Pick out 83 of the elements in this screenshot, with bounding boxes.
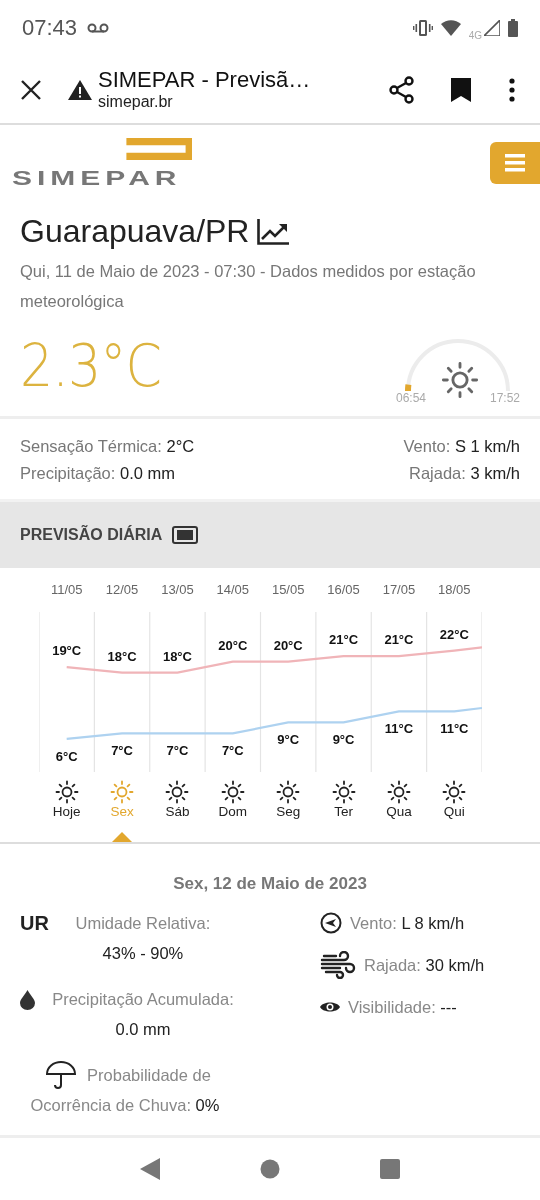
page-title: SIMEPAR - Previsã… — [98, 67, 312, 92]
detail-text: Vento: L 8 km/h — [350, 913, 465, 934]
battery-icon — [508, 19, 518, 37]
sunrise-time: 06:54 — [396, 391, 427, 405]
day-tab[interactable]: Dom — [205, 780, 261, 842]
temperature-label: 7°C — [111, 743, 133, 759]
forecast-date: 17/05 — [381, 582, 417, 599]
logo[interactable]: SIMEPAR — [12, 138, 202, 188]
temperature-label: 7°C — [221, 743, 244, 759]
wifi-icon — [440, 20, 461, 36]
signal-icon — [484, 20, 500, 36]
compass-icon — [320, 912, 342, 934]
sun-icon — [165, 780, 190, 804]
warning-icon — [68, 79, 92, 100]
detail-text: Precipitação Acumulada: 0.0 mm — [51, 989, 235, 1040]
detail-text: Visibilidade: --- — [348, 997, 457, 1018]
sun-icon — [441, 361, 479, 399]
day-tab[interactable]: Hoje — [39, 780, 95, 842]
current-temperature: 2.3°C — [20, 332, 162, 400]
day-tab[interactable]: Ter — [315, 780, 372, 842]
forecast-date: 11/05 — [49, 582, 84, 599]
temperature-label: 6°C — [55, 748, 78, 764]
day-tab[interactable]: Qua — [371, 780, 427, 842]
wind-icon — [320, 951, 356, 979]
weather-stat: Sensação Térmica: 2°C — [20, 437, 196, 456]
temperature-label: 18°C — [162, 648, 192, 664]
bookmark-button[interactable] — [451, 77, 471, 102]
umbrella-icon — [45, 1061, 78, 1089]
sun-icon — [386, 780, 411, 804]
sun-icon — [276, 780, 301, 804]
detail-text: Probabilidade de — [87, 1065, 211, 1086]
close-button[interactable] — [20, 78, 42, 101]
temperature-label: 19°C — [52, 643, 82, 659]
temperature-label: 18°C — [107, 648, 137, 664]
detail-text: Ocorrência de Chuva: 0% — [30, 1095, 220, 1116]
detail-text: Umidade Relativa: 43% - 90% — [74, 913, 212, 964]
city-name: Guarapuava/PR — [20, 213, 250, 250]
eye-icon — [320, 1000, 340, 1014]
section-title: PREVISÃO DIÁRIA — [20, 526, 163, 544]
sun-icon — [54, 780, 79, 804]
weather-stat: Vento: S 1 km/h — [402, 437, 520, 456]
forecast-date: 16/05 — [326, 582, 361, 599]
day-tab[interactable]: Sáb — [149, 780, 206, 842]
forecast-date: 12/05 — [104, 582, 140, 599]
temperature-label: 20°C — [218, 637, 248, 653]
chart-icon[interactable] — [257, 218, 290, 245]
forecast-date: 15/05 — [270, 582, 306, 599]
page-url: simepar.br — [98, 91, 174, 112]
sun-icon — [442, 780, 467, 804]
more-button[interactable] — [509, 77, 515, 102]
temperature-label: 21°C — [329, 632, 359, 648]
film-icon — [172, 526, 199, 544]
humidity-label: UR — [20, 911, 49, 936]
temperature-label: 11°C — [384, 721, 414, 737]
weather-stat: Rajada: 3 km/h — [408, 464, 520, 483]
home-button[interactable] — [260, 1159, 280, 1179]
share-button[interactable] — [389, 75, 415, 104]
network-label: 4G — [468, 29, 482, 41]
sun-icon — [110, 780, 135, 804]
detail-text: Rajada: 30 km/h — [364, 955, 485, 976]
temperature-label: 9°C — [332, 732, 355, 748]
temperature-label: 7°C — [166, 743, 189, 759]
temperature-label: 21°C — [384, 632, 414, 648]
day-tab[interactable]: Seg — [260, 780, 316, 842]
details-title: Sex, 12 de Maio de 2023 — [172, 874, 368, 894]
temperature-label: 11°C — [440, 721, 469, 737]
forecast-date: 18/05 — [437, 582, 472, 599]
back-button[interactable] — [140, 1158, 160, 1180]
temperature-label: 22°C — [439, 626, 469, 642]
weather-stat: Precipitação: 0.0 mm — [20, 464, 176, 483]
sunset-time: 17:52 — [489, 391, 520, 405]
vibrate-icon — [412, 20, 433, 36]
day-tab[interactable]: Qui — [426, 780, 482, 842]
voicemail-icon — [87, 22, 110, 34]
drop-icon — [20, 990, 35, 1010]
forecast-date: 13/05 — [160, 582, 195, 599]
clock: 07:43 — [22, 15, 78, 41]
sun-icon — [331, 780, 356, 804]
temperature-label: 9°C — [277, 732, 300, 748]
forecast-date: 14/05 — [215, 582, 251, 599]
observation-info: Qui, 11 de Maio de 2023 - 07:30 - Dados medidos por estação meteorológica — [20, 261, 477, 312]
temperature-label: 20°C — [273, 637, 303, 653]
sun-icon — [220, 780, 245, 804]
